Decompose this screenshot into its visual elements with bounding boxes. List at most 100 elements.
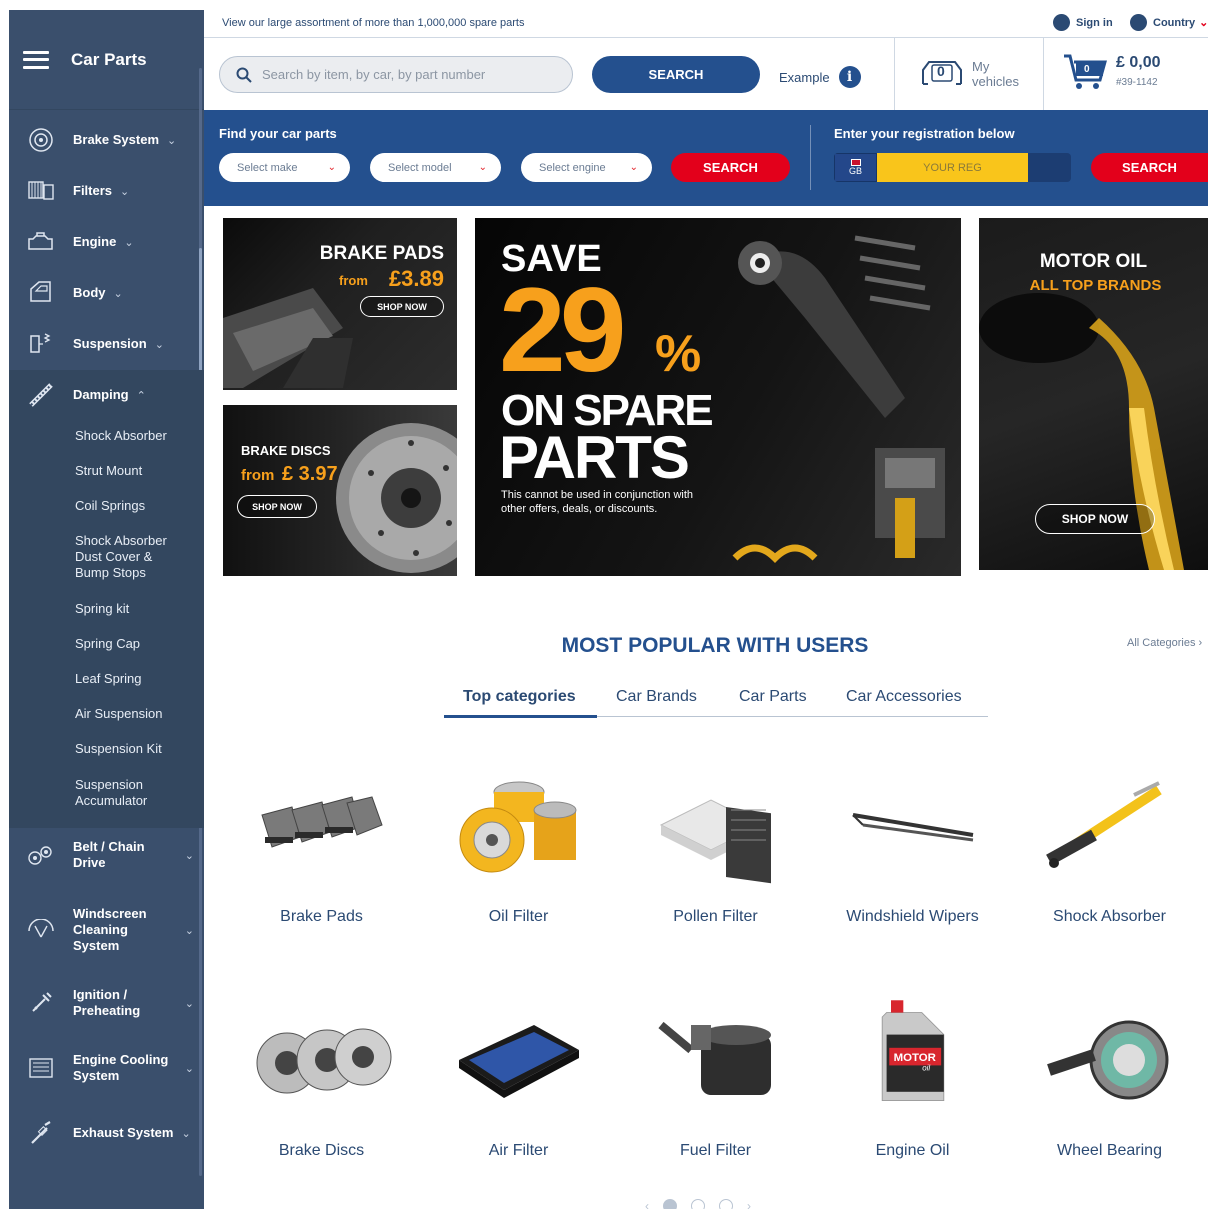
search-input[interactable]	[262, 67, 552, 82]
pagination-dot[interactable]	[663, 1199, 677, 1209]
submenu-spring-kit[interactable]: Spring kit	[75, 601, 129, 617]
submenu-suspension-accumulator[interactable]: Suspension Accumulator	[75, 777, 175, 809]
banner-brake-discs[interactable]: BRAKE DISCS from £ 3.97 SHOP NOW	[223, 405, 457, 576]
product-pollen-filter[interactable]: Pollen Filter	[617, 908, 814, 926]
chevron-up-icon: ⌃	[136, 389, 146, 402]
submenu-shock-absorber[interactable]: Shock Absorber	[75, 428, 167, 444]
my-vehicles[interactable]: 0 My vehicles	[920, 56, 1019, 92]
oil-brand-sub: oil	[922, 1064, 930, 1073]
product-fuel-filter[interactable]: Fuel Filter	[617, 1142, 814, 1160]
reg-title: Enter your registration below	[834, 126, 1015, 141]
product-air-filter[interactable]: Air Filter	[420, 1142, 617, 1160]
save-number: 29	[499, 263, 627, 397]
save-percent: %	[655, 325, 702, 383]
banner-motor-oil[interactable]: MOTOR OIL ALL TOP BRANDS SHOP NOW	[979, 218, 1208, 570]
product-windshield-wipers[interactable]: Windshield Wipers	[814, 908, 1011, 926]
sidebar-item-label: Ignition / Preheating	[73, 987, 141, 1018]
save-line3: PARTS	[499, 424, 690, 491]
spark-plug-icon	[9, 989, 73, 1017]
banner-price: £ 3.97	[282, 463, 338, 485]
brake-discs-product-image[interactable]	[247, 1005, 397, 1115]
product-oil-filter[interactable]: Oil Filter	[420, 908, 617, 926]
chevron-right-icon[interactable]: ›	[747, 1199, 751, 1209]
pagination-dot[interactable]	[691, 1199, 705, 1209]
sidebar-item-engine[interactable]: Engine ⌄	[9, 227, 204, 257]
sidebar-item-ignition[interactable]: Ignition / Preheating ⌄	[9, 986, 204, 1020]
submenu-air-suspension[interactable]: Air Suspension	[75, 706, 162, 722]
vehicle-count: 0	[937, 63, 945, 79]
sidebar-item-engine-cooling[interactable]: Engine Cooling System ⌄	[9, 1051, 204, 1085]
submenu-coil-springs[interactable]: Coil Springs	[75, 498, 145, 514]
sidebar-item-exhaust[interactable]: Exhaust System ⌄	[9, 1118, 204, 1148]
air-filter-product-image[interactable]	[444, 1010, 594, 1120]
sidebar-item-damping[interactable]: Damping ⌃	[9, 380, 204, 410]
tab-car-brands[interactable]: Car Brands	[616, 688, 697, 706]
banner-title: MOTOR OIL	[1039, 251, 1148, 272]
shop-now-button[interactable]: SHOP NOW	[1035, 504, 1155, 534]
my-vehicles-label: My vehicles	[972, 59, 1019, 89]
sidebar-item-brake-system[interactable]: Brake System ⌄	[9, 125, 204, 155]
submenu-dust-cover[interactable]: Shock Absorber Dust Cover & Bump Stops	[75, 533, 185, 581]
banner-price: £3.89	[388, 266, 444, 291]
carousel-pagination: ‹ ›	[645, 1199, 751, 1209]
sidebar-item-suspension[interactable]: Suspension ⌄	[9, 329, 204, 359]
country-selector[interactable]: Country ⌄	[1130, 14, 1208, 31]
banner-brake-pads[interactable]: BRAKE PADS from £3.89 SHOP NOW	[223, 218, 457, 390]
chevron-down-icon: ⌄	[327, 162, 336, 173]
banner-save-29[interactable]: SAVE 29 % ON SPARE PARTS This cannot be …	[475, 218, 961, 576]
sidebar-item-belt-chain[interactable]: Belt / Chain Drive ⌄	[9, 838, 204, 872]
product-brake-discs[interactable]: Brake Discs	[223, 1142, 420, 1160]
sidebar-item-filters[interactable]: Filters ⌄	[9, 176, 204, 206]
my-vehicles-line2: vehicles	[972, 74, 1019, 89]
select-make[interactable]: Select make ⌄	[219, 153, 350, 182]
chevron-right-icon: ›	[1198, 637, 1203, 649]
divider	[894, 38, 895, 110]
info-icon[interactable]: i	[838, 66, 861, 88]
product-shock-absorber[interactable]: Shock Absorber	[1011, 908, 1208, 926]
hamburger-menu-icon[interactable]	[23, 50, 49, 69]
pollen-filter-product-image[interactable]	[641, 780, 791, 890]
submenu-strut-mount[interactable]: Strut Mount	[75, 463, 142, 479]
product-engine-oil[interactable]: Engine Oil	[814, 1142, 1011, 1160]
engine-oil-product-image[interactable]: MOTORoil	[838, 995, 988, 1105]
brake-disc-icon	[9, 126, 73, 154]
product-brake-pads[interactable]: Brake Pads	[223, 908, 420, 926]
example-link[interactable]: Example i	[779, 66, 861, 88]
submenu-leaf-spring[interactable]: Leaf Spring	[75, 671, 142, 687]
fuel-filter-product-image[interactable]	[641, 1005, 791, 1115]
shock-absorber-product-image[interactable]	[1034, 775, 1184, 885]
search-button[interactable]: SEARCH	[592, 56, 760, 93]
engine-icon	[9, 231, 73, 253]
wiper-product-image[interactable]	[838, 790, 988, 900]
category-tabs: Top categories Car Brands Car Parts Car …	[444, 686, 988, 718]
wiper-icon	[9, 919, 73, 941]
all-categories-link[interactable]: All Categories ›	[1127, 637, 1202, 649]
shop-now-button[interactable]: SHOP NOW	[360, 296, 444, 317]
select-model[interactable]: Select model ⌄	[370, 153, 501, 182]
tab-car-accessories[interactable]: Car Accessories	[846, 688, 962, 706]
sidebar-item-windscreen[interactable]: Windscreen Cleaning System ⌄	[9, 904, 204, 956]
submenu-spring-cap[interactable]: Spring Cap	[75, 636, 140, 652]
sidebar-title: Car Parts	[71, 49, 147, 69]
finder-search-button[interactable]: SEARCH	[671, 153, 790, 182]
select-engine[interactable]: Select engine ⌄	[521, 153, 652, 182]
sidebar-item-body[interactable]: Body ⌄	[9, 278, 204, 308]
product-wheel-bearing[interactable]: Wheel Bearing	[1011, 1142, 1208, 1160]
chevron-down-icon: ⌄	[167, 134, 177, 147]
chevron-left-icon[interactable]: ‹	[645, 1199, 649, 1209]
active-tab-indicator	[444, 715, 597, 718]
brake-pads-product-image[interactable]	[247, 775, 397, 885]
tab-top-categories[interactable]: Top categories	[463, 688, 576, 706]
shop-now-button[interactable]: SHOP NOW	[237, 495, 317, 518]
submenu-suspension-kit[interactable]: Suspension Kit	[75, 741, 162, 757]
reg-search-button[interactable]: SEARCH	[1091, 153, 1208, 182]
oil-filter-product-image[interactable]	[444, 770, 594, 880]
tab-car-parts[interactable]: Car Parts	[739, 688, 807, 706]
sign-in-link[interactable]: Sign in	[1053, 14, 1113, 31]
registration-input[interactable]: GB YOUR REG	[834, 153, 1071, 182]
sidebar-item-label: Damping	[73, 387, 129, 402]
wheel-bearing-product-image[interactable]	[1034, 1005, 1184, 1115]
pagination-dot[interactable]	[719, 1199, 733, 1209]
reg-plate-field[interactable]: YOUR REG	[877, 153, 1028, 182]
cart-button[interactable]: 0 £ 0,00 #39-1142	[1062, 52, 1160, 92]
